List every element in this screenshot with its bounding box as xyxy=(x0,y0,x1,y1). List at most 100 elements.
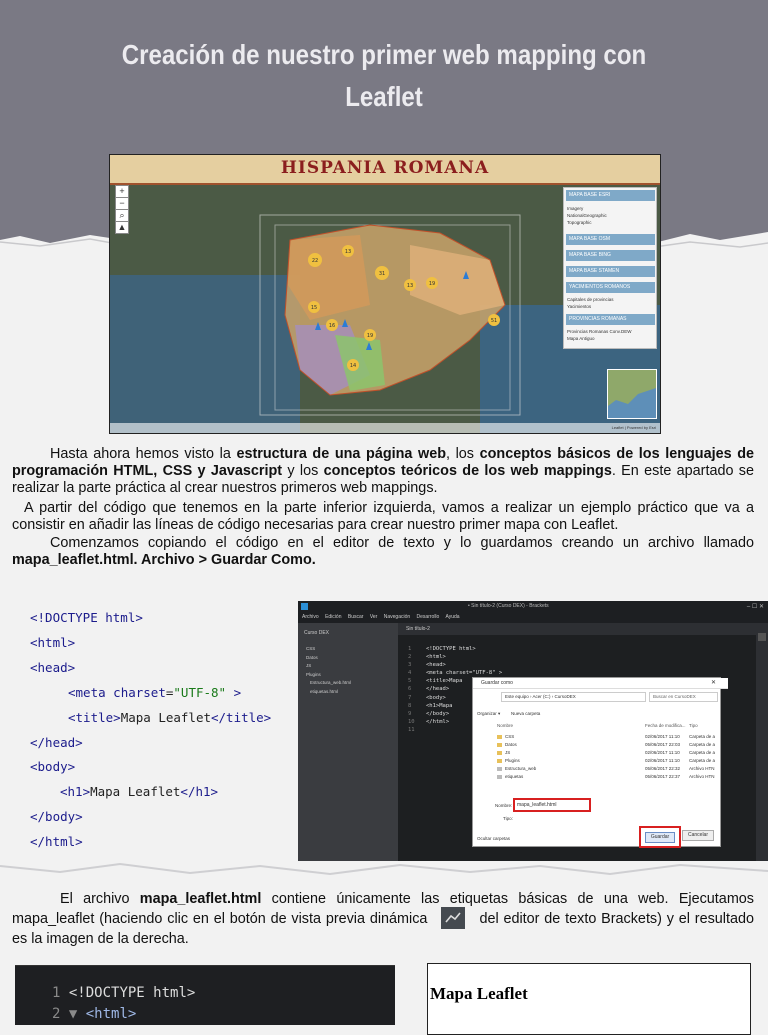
code-line-1: 1 <!DOCTYPE html> xyxy=(52,985,196,1001)
layers-icon[interactable]: ▲ xyxy=(115,221,129,234)
menu-item[interactable]: Edición xyxy=(325,614,341,620)
filename-input[interactable]: mapa_leaflet.html xyxy=(513,798,591,812)
hispania-romana-map[interactable]: 22 13 31 13 19 15 16 19 14 51 HISPANIA ROMANA + −… xyxy=(109,154,661,434)
name-label: Nombre: xyxy=(495,803,513,808)
file-row[interactable]: JS 02/06/2017 11:10 Carpeta de a xyxy=(497,750,715,755)
layer-item[interactable]: Mapa Antiguo xyxy=(567,336,595,341)
tab-sin-titulo[interactable]: Sin título-2 xyxy=(406,626,430,632)
path-breadcrumb[interactable]: Este equipo › Acer (C:) › CursoDEX xyxy=(501,692,646,702)
code-token: <title> xyxy=(68,709,121,725)
layer-control-panel[interactable]: MAPA BASE ESRI Imagery NationalGeographi… xyxy=(563,187,657,349)
save-button[interactable]: Guardar xyxy=(639,826,681,848)
map-banner: HISPANIA ROMANA xyxy=(110,155,660,185)
minimap[interactable] xyxy=(607,369,657,419)
code-line: </head> xyxy=(30,734,83,750)
tree-item[interactable]: etiquetas.html xyxy=(306,688,351,697)
code-line: <!DOCTYPE html> xyxy=(30,610,143,625)
cluster-count-label[interactable]: 19 xyxy=(429,281,435,287)
cluster-count-label[interactable]: 13 xyxy=(345,249,351,255)
intro-paragraph-1: Hasta ahora hemos visto la estructura de… xyxy=(12,446,754,496)
cluster-count-label[interactable]: 22 xyxy=(312,258,318,264)
cluster-count-label[interactable]: 14 xyxy=(350,363,356,369)
line-numbers: 1 2 3 4 5 6 7 8 9 10 11 xyxy=(408,646,415,733)
layer-item[interactable]: Provincias Romanas Conv.DEW xyxy=(567,329,631,334)
code-token: </title> xyxy=(211,709,272,725)
tree-item[interactable]: JS xyxy=(306,662,351,671)
menu-item[interactable]: Desarrollo xyxy=(417,614,440,620)
menu-item[interactable]: Ayuda xyxy=(445,614,459,620)
cluster-count-label[interactable]: 15 xyxy=(311,305,317,311)
search-input[interactable]: Buscar en CursoDEX xyxy=(649,692,718,702)
menu-item[interactable]: Navegación xyxy=(384,614,410,620)
editor-line: <html> xyxy=(426,654,446,661)
brackets-sidebar: Curso DEX CSS Datos JS Plugins Estructur… xyxy=(298,623,398,861)
code-line: </html> xyxy=(30,834,83,850)
cluster-count-label[interactable]: 31 xyxy=(379,271,385,277)
intro-paragraph-3: Comenzamos copiando el código en el edit… xyxy=(12,535,754,568)
type-label: Tipo: xyxy=(503,816,513,821)
project-name[interactable]: Curso DEX xyxy=(304,630,329,636)
layer-btn-esri[interactable]: MAPA BASE ESRI xyxy=(566,190,655,201)
layer-item[interactable]: Imagery xyxy=(567,206,583,211)
file-row[interactable]: Estructura_web 05/06/2017 22:32 Archivo HT… xyxy=(497,766,715,771)
layer-btn-provincias[interactable]: PROVINCIAS ROMANAS xyxy=(566,314,655,325)
brackets-menubar: • Sin título-2 (Curso DEX) - Brackets Ar… xyxy=(298,601,768,623)
bottom-paragraph: El archivo mapa_leaflet.html contiene ún… xyxy=(12,891,754,947)
cluster-count-label[interactable]: 19 xyxy=(367,333,373,339)
layer-btn-yacimientos[interactable]: YACIMIENTOS ROMANOS xyxy=(566,282,655,293)
tree-item[interactable]: Plugins xyxy=(306,671,351,680)
folder-icon xyxy=(497,758,502,763)
code-token: <meta xyxy=(68,684,106,700)
code-line: <html> xyxy=(30,634,76,650)
html-code-sample: <!DOCTYPE html> <html> <head> <meta char… xyxy=(30,610,272,850)
code-line: </body> xyxy=(30,809,83,825)
col-name[interactable]: Nombre xyxy=(497,723,513,728)
minimap-land xyxy=(608,370,656,406)
close-icon[interactable]: ✕ xyxy=(711,679,716,686)
code-token: Mapa Leaflet xyxy=(90,784,181,800)
page-title: Creación de nuestro primer web mapping c… xyxy=(121,39,647,112)
cancel-button[interactable]: Cancelar xyxy=(682,830,714,841)
col-date[interactable]: Fecha de modifica... xyxy=(645,723,686,728)
menu-item[interactable]: Ver xyxy=(370,614,378,620)
cluster-count-label[interactable]: 51 xyxy=(491,318,497,324)
tab-bar: Sin título-2 xyxy=(398,623,768,635)
file-row[interactable]: Datos 05/06/2017 22:03 Carpeta de a xyxy=(497,742,715,747)
layer-item[interactable]: NationalGeographic xyxy=(567,213,607,218)
tree-item[interactable]: Estructura_web.html xyxy=(306,679,351,688)
window-controls[interactable]: – ☐ ✕ xyxy=(747,603,764,610)
tree-item[interactable]: Datos xyxy=(306,654,351,663)
layer-btn-stamen[interactable]: MAPA BASE STAMEN xyxy=(566,266,655,277)
map-banner-title: HISPANIA ROMANA xyxy=(280,158,490,178)
cluster-count-label[interactable]: 16 xyxy=(329,323,335,329)
code-line: <head> xyxy=(30,659,76,675)
layer-item[interactable]: Capitales de provincias xyxy=(567,297,614,302)
brackets-window-title: • Sin título-2 (Curso DEX) - Brackets xyxy=(468,603,549,609)
file-row[interactable]: Plugins 02/06/2017 11:10 Carpeta de a xyxy=(497,758,715,763)
layer-item[interactable]: Topographic xyxy=(567,220,592,225)
file-icon xyxy=(497,766,502,771)
code-token: <h1> xyxy=(60,784,91,800)
code-token: > xyxy=(233,684,242,700)
layer-btn-bing[interactable]: MAPA BASE BING xyxy=(566,250,655,261)
code-snippet-dark: 1 <!DOCTYPE html> 2 ▼ <html> xyxy=(15,965,395,1025)
menu-item[interactable]: Archivo xyxy=(302,614,319,620)
menu-item[interactable]: Buscar xyxy=(348,614,364,620)
hide-folders-toggle[interactable]: Ocultar carpetas xyxy=(477,836,510,841)
live-preview-icon[interactable] xyxy=(758,633,766,641)
layer-item[interactable]: Yacimientos xyxy=(567,304,591,309)
browser-result-preview: Mapa Leaflet xyxy=(427,963,751,1035)
dialog-title: Guardar como xyxy=(473,678,728,689)
new-folder-button[interactable]: Nueva carpeta xyxy=(511,711,540,716)
tree-item[interactable]: CSS xyxy=(306,645,351,654)
cluster-count-label[interactable]: 13 xyxy=(407,283,413,289)
brackets-logo-icon xyxy=(301,603,308,610)
col-type[interactable]: Tipo xyxy=(689,723,698,728)
code-token: Mapa Leaflet xyxy=(120,709,211,725)
editor-line: <!DOCTYPE html> xyxy=(426,646,476,652)
layer-btn-osm[interactable]: MAPA BASE OSM xyxy=(566,234,655,245)
folder-icon xyxy=(497,734,502,739)
file-row[interactable]: CSS 02/06/2017 11:10 Carpeta de a xyxy=(497,734,715,739)
file-row[interactable]: etiquetas 05/06/2017 22:37 Archivo HTN xyxy=(497,774,715,779)
organize-button[interactable]: Organizar ▾ xyxy=(477,711,500,717)
